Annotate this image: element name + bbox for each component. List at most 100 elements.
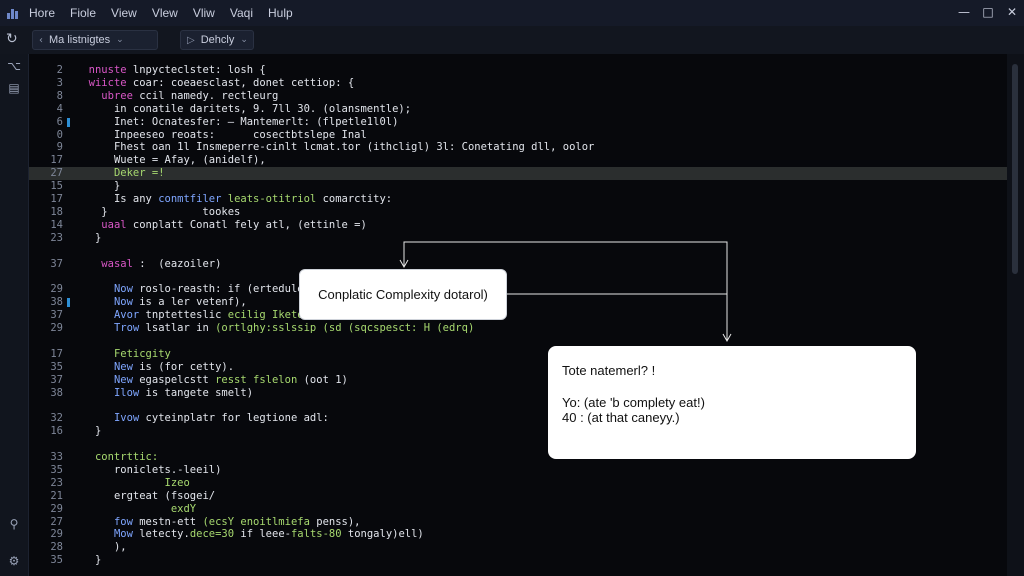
code-line[interactable]: 27 fow mestn-ett (ecsY enoitlmiefa penss… (29, 516, 1007, 529)
code-text: } tookes (76, 205, 241, 218)
settings-icon[interactable]: ⚙ (0, 554, 28, 568)
menu-item[interactable]: Hulp (268, 6, 293, 20)
menu-item[interactable]: Vliw (193, 6, 215, 20)
menu-item[interactable]: Vlew (152, 6, 178, 20)
line-number: 27 (50, 515, 63, 528)
note-popup: Tote natemerl? ! Yo: (ate 'b complety ea… (548, 346, 916, 459)
play-icon: ▷ (187, 34, 195, 46)
code-text: } (113, 180, 121, 193)
code-text: Inet: Ocnatesfer: — Mantemerlt: (flpetle… (113, 115, 399, 128)
line-number: 38 (50, 386, 63, 399)
code-text: Wuete = Afay, (anidelf), (113, 154, 266, 167)
code-text: New is (for cetty). (113, 360, 235, 373)
tab-label: Ma listnigtes (49, 34, 111, 46)
tab-dehcly[interactable]: ▷ Dehcly ⌄ (180, 30, 254, 50)
code-text: } (76, 425, 102, 438)
code-line[interactable]: 0 Inpeeseo reoats: cosectbtslepe Inal (29, 129, 1007, 142)
scrollbar-thumb[interactable] (1012, 64, 1018, 274)
code-text: wiicte coar: coeaesclast, donet cettiop:… (88, 76, 355, 89)
code-line[interactable] (29, 245, 1007, 258)
code-line[interactable] (29, 270, 1007, 283)
code-line[interactable]: 21 ergteat (fsogei/ (29, 490, 1007, 503)
line-number: 8 (56, 89, 63, 102)
refresh-icon[interactable]: ↻ (6, 31, 18, 47)
code-line[interactable]: 29 Mow letecty.dece=30 if leee-falts-80 … (29, 528, 1007, 541)
line-number: 17 (50, 193, 63, 205)
code-text: Avor tnptetteslic ecilig Iketo (113, 309, 304, 322)
line-number: 16 (50, 425, 63, 438)
line-number: 28 (50, 541, 63, 554)
code-text: ergteat (fsogei/ (113, 489, 216, 502)
line-number: 29 (50, 283, 63, 296)
line-number: 23 (50, 476, 63, 489)
code-line[interactable]: 6 Inet: Ocnatesfer: — Mantemerlt: (flpet… (29, 116, 1007, 129)
accessibility-icon[interactable]: ⚲ (0, 517, 28, 531)
menu-item[interactable]: Vaqi (230, 6, 253, 20)
menu-item[interactable]: Hore (29, 6, 55, 20)
code-text: contrttic: (94, 451, 159, 463)
code-text: Trow lsatlar in (ortlghy:sslssip (sd (sq… (113, 322, 475, 334)
files-icon[interactable]: ▤ (0, 81, 28, 95)
code-line[interactable]: 35 } (29, 554, 1007, 567)
code-editor[interactable]: 2 nnuste lnpycteclstet: losh {3 wiicte c… (29, 54, 1007, 576)
menu-item[interactable]: View (111, 6, 137, 20)
code-text: exdY (170, 502, 197, 515)
code-text: Deker =! (113, 167, 165, 180)
code-text: roniclets.-leeil) (113, 463, 222, 476)
code-line[interactable]: 17 Wuete = Afay, (anidelf), (29, 154, 1007, 167)
code-line[interactable]: 35 roniclets.-leeil) (29, 464, 1007, 477)
code-line[interactable]: 23 Izeo (29, 477, 1007, 490)
line-number: 0 (56, 128, 63, 141)
line-number: 4 (56, 102, 63, 115)
code-icon[interactable]: ⌥ (0, 59, 28, 73)
code-line[interactable]: 37 wasal : (eazoiler) (29, 258, 1007, 271)
code-line[interactable]: 23 } (29, 232, 1007, 245)
code-line[interactable]: 18 } tookes (29, 206, 1007, 219)
activity-bar: ⌥ ▤ ⚲ ⚙ (0, 54, 29, 576)
code-line[interactable]: 27 Deker =! (29, 167, 1007, 181)
code-text: } (76, 554, 102, 567)
code-line[interactable]: 29 Trow lsatlar in (ortlghy:sslssip (sd … (29, 322, 1007, 335)
chevron-down-icon: ⌄ (240, 35, 248, 45)
code-line[interactable]: 37 Avor tnptetteslic ecilig Iketo (29, 309, 1007, 322)
code-line[interactable]: 38 Now is a ler vetenf), (29, 296, 1007, 309)
code-line[interactable]: 3 wiicte coar: coeaesclast, donet cettio… (29, 77, 1007, 90)
chevron-down-icon: ⌄ (116, 35, 124, 45)
line-number: 21 (50, 489, 63, 502)
code-line[interactable]: 15 } (29, 180, 1007, 193)
code-line[interactable]: 4 in conatile daritets, 9. 7ll 30. (olan… (29, 103, 1007, 116)
code-line[interactable]: 28 ), (29, 541, 1007, 554)
menu-item[interactable]: Fiole (70, 6, 96, 20)
code-line[interactable]: 9 Fhest oan 1l Insmeperre-cinlt lcmat.to… (29, 141, 1007, 154)
code-text: Ilow is tangete smelt) (113, 386, 254, 399)
code-text: ), (113, 541, 127, 554)
line-number: 6 (56, 115, 63, 128)
code-text: Now is a ler vetenf), (113, 296, 247, 309)
vertical-scrollbar[interactable] (1007, 54, 1024, 576)
code-line[interactable]: 8 ubree ccil namedy. rectleurg (29, 90, 1007, 103)
code-line[interactable]: 14 uaal conplatt Conatl fely atl, (ettin… (29, 219, 1007, 232)
code-text: Is any conmtfiler leats-otitriol comarct… (113, 193, 393, 205)
code-text: Inpeeseo reoats: cosectbtslepe Inal (113, 128, 367, 141)
note-line: Yo: (ate 'b complety eat!) (562, 395, 705, 410)
code-line[interactable]: 17 Is any conmtfiler leats-otitriol coma… (29, 193, 1007, 206)
code-text: Now roslo-reasth: if (ertedule (113, 283, 304, 296)
tab-listnigtes[interactable]: ‹ Ma listnigtes ⌄ (32, 30, 158, 50)
line-number: 29 (50, 528, 63, 541)
maximize-icon[interactable]: □ (976, 0, 1000, 26)
code-text: Ivow cyteinplatr for legtione adl: (113, 412, 329, 425)
code-text: in conatile daritets, 9. 7ll 30. (olansm… (113, 102, 412, 115)
code-text: uaal conplatt Conatl fely atl, (ettinle … (101, 218, 367, 231)
code-line[interactable]: 29 Now roslo-reasth: if (ertedule (29, 283, 1007, 296)
chevron-left-icon: ‹ (39, 34, 43, 46)
line-number: 35 (50, 360, 63, 373)
code-line[interactable]: 29 exdY (29, 503, 1007, 516)
code-line[interactable]: 2 nnuste lnpycteclstet: losh { (29, 64, 1007, 77)
code-text: ubree ccil namedy. rectleurg (101, 89, 279, 102)
line-number: 2 (56, 64, 63, 76)
line-number: 18 (50, 205, 63, 218)
code-text: Feticgity (113, 347, 171, 360)
code-text: wasal : (eazoiler) (101, 257, 222, 270)
close-icon[interactable]: ✕ (1000, 0, 1024, 26)
minimize-icon[interactable]: — (952, 0, 976, 26)
